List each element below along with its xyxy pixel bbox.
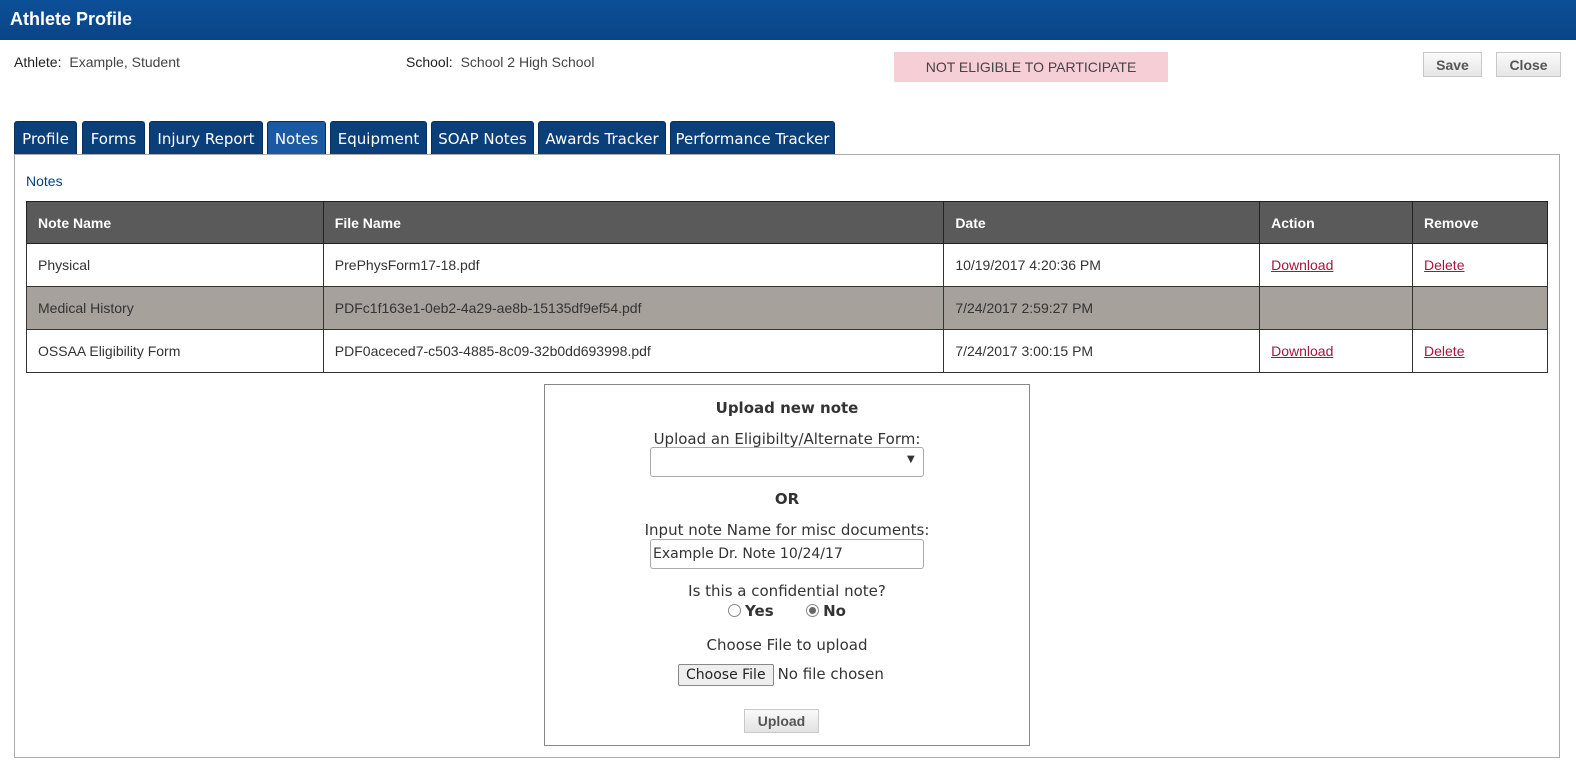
table-header-row: Note Name File Name Date Action Remove [26,201,1548,244]
notes-panel: Notes Note Name File Name Date Action Re… [14,154,1560,758]
upload-button[interactable]: Upload [744,709,819,733]
confidential-label: Is this a confidential note? [688,582,886,600]
eligibility-form-select[interactable] [650,447,924,477]
school-name: School 2 High School [460,54,595,70]
form-select-label: Upload an Eligibilty/Alternate Form: [653,430,921,448]
action-cell [1259,286,1414,330]
file-name-cell: PDFc1f163e1-0eb2-4a29-ae8b-15135df9ef54.… [322,286,945,330]
close-button[interactable]: Close [1496,52,1561,77]
action-cell: Download [1259,329,1414,373]
athlete-label: Athlete: [14,54,62,70]
remove-cell: Delete [1412,243,1548,287]
tab-profile[interactable]: Profile [14,121,77,155]
note-name-cell: OSSAA Eligibility Form [26,329,324,373]
confidential-radio-group: Yes No [545,602,1029,620]
tab-equipment[interactable]: Equipment [330,121,427,155]
column-header-date: Date [943,201,1261,244]
date-cell: 7/24/2017 3:00:15 PM [943,329,1261,373]
table-row-selected[interactable]: Medical History PDFc1f163e1-0eb2-4a29-ae… [26,286,1548,330]
tab-notes[interactable]: Notes [267,121,326,155]
column-header-note-name: Note Name [26,201,324,244]
athlete-info: Athlete: Example, Student [14,54,180,70]
radio-no[interactable] [806,604,820,617]
upload-note-form: Upload new note Upload an Eligibilty/Alt… [544,384,1030,746]
file-picker: Choose File No file chosen [678,664,884,686]
window-title: Athlete Profile [10,9,133,29]
eligibility-status-badge: NOT ELIGIBLE TO PARTICIPATE [894,52,1168,82]
confidential-no-option[interactable]: No [806,602,846,620]
radio-yes-label: Yes [745,602,774,620]
note-name-cell: Physical [26,243,324,287]
school-label: School: [406,54,453,70]
table-row[interactable]: Physical PrePhysForm17-18.pdf 10/19/2017… [26,243,1548,287]
tab-forms[interactable]: Forms [82,121,145,155]
date-cell: 10/19/2017 4:20:36 PM [943,243,1261,287]
school-info: School: School 2 High School [406,54,594,70]
delete-link[interactable]: Delete [1424,343,1464,359]
notes-table: Note Name File Name Date Action Remove P… [26,201,1548,373]
radio-yes[interactable] [728,604,742,617]
column-header-remove: Remove [1412,201,1548,244]
choose-file-label: Choose File to upload [706,636,868,654]
upload-heading: Upload new note [715,399,859,417]
or-separator: OR [774,490,800,508]
file-name-cell: PrePhysForm17-18.pdf [322,243,945,287]
athlete-name: Example, Student [69,54,180,70]
tab-soap-notes[interactable]: SOAP Notes [431,121,534,155]
date-cell: 7/24/2017 2:59:27 PM [943,286,1261,330]
download-link[interactable]: Download [1271,257,1333,273]
title-bar: Athlete Profile [0,0,1576,40]
remove-cell [1412,286,1548,330]
tab-awards-tracker[interactable]: Awards Tracker [538,121,666,155]
save-button[interactable]: Save [1423,52,1482,77]
delete-link[interactable]: Delete [1424,257,1464,273]
notes-section-title: Notes [26,173,63,189]
remove-cell: Delete [1412,329,1548,373]
column-header-file-name: File Name [322,201,945,244]
action-cell: Download [1259,243,1414,287]
choose-file-button[interactable]: Choose File [678,664,774,686]
tab-performance-tracker[interactable]: Performance Tracker [670,121,835,155]
note-name-label: Input note Name for misc documents: [644,521,930,539]
no-file-chosen-text: No file chosen [777,665,884,683]
confidential-yes-option[interactable]: Yes [728,602,774,620]
file-name-cell: PDF0aceced7-c503-4885-8c09-32b0dd693998.… [322,329,945,373]
tab-injury-report[interactable]: Injury Report [149,121,263,155]
table-row[interactable]: OSSAA Eligibility Form PDF0aceced7-c503-… [26,329,1548,373]
note-name-cell: Medical History [26,286,324,330]
note-name-input[interactable] [650,539,924,569]
download-link[interactable]: Download [1271,343,1333,359]
column-header-action: Action [1259,201,1414,244]
radio-no-label: No [823,602,846,620]
